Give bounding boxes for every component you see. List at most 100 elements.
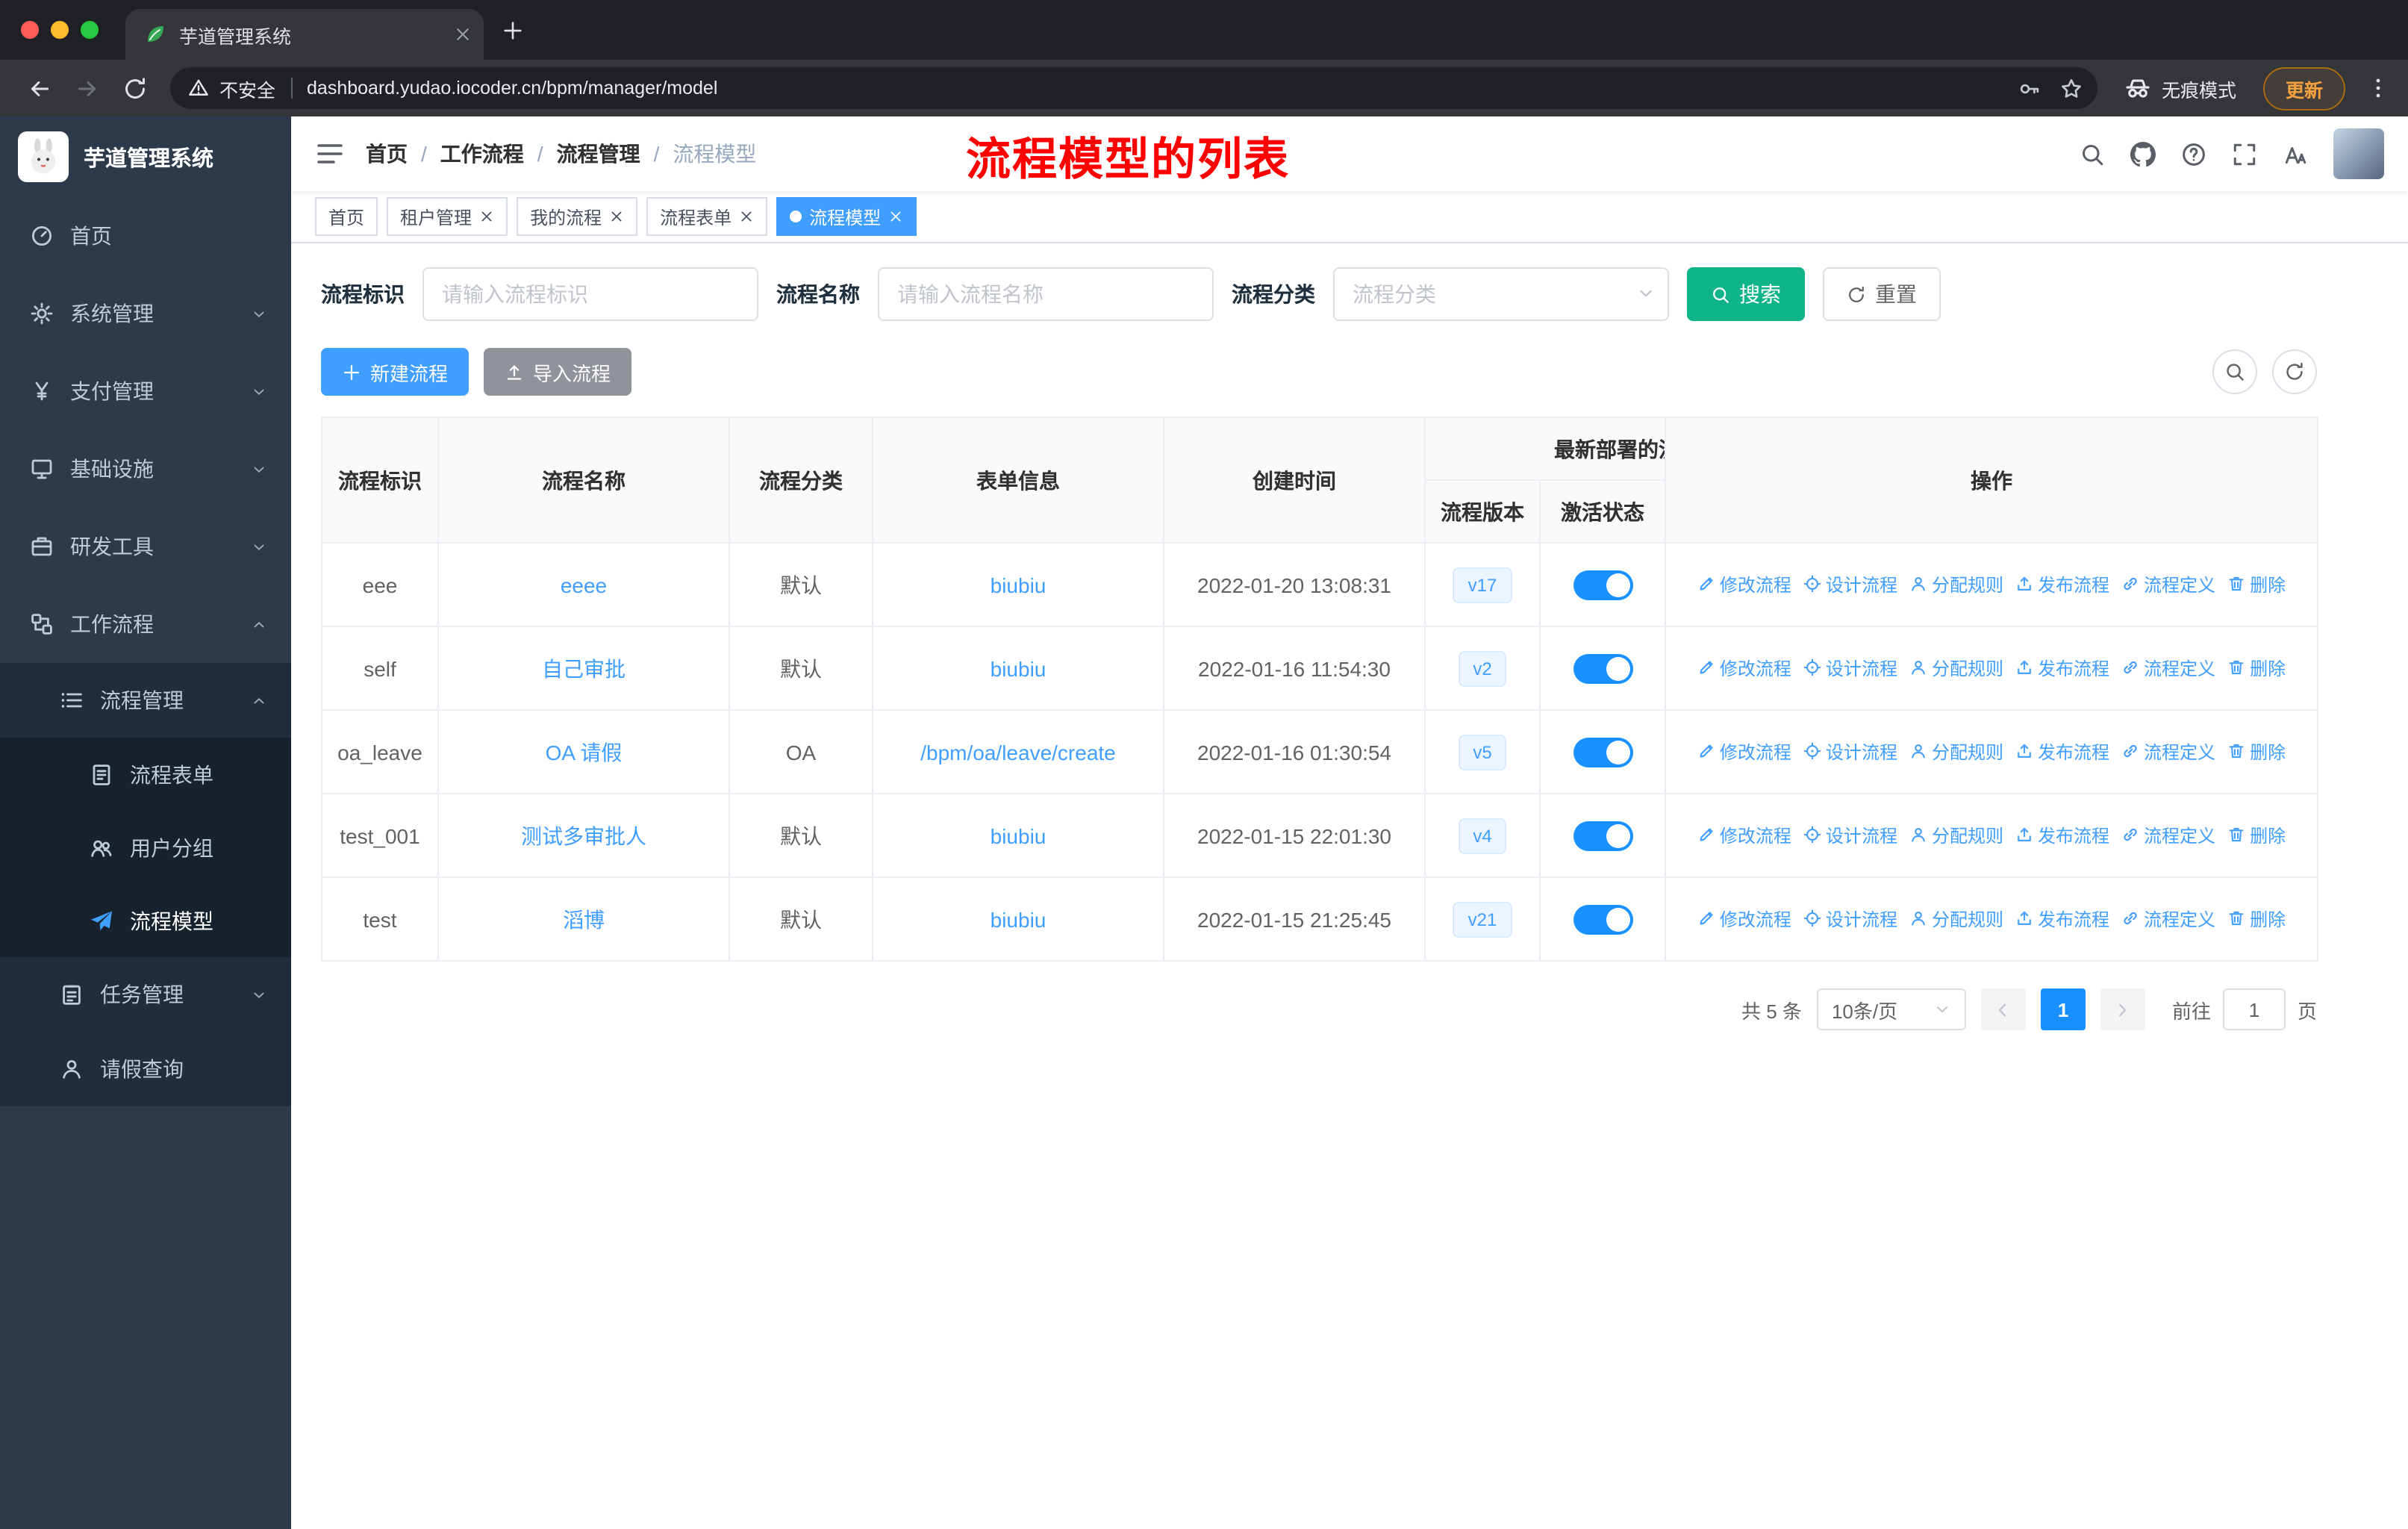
action-delete[interactable]: 删除 bbox=[2227, 823, 2286, 848]
active-toggle[interactable] bbox=[1573, 653, 1632, 683]
sidebar-item-system[interactable]: 系统管理 bbox=[0, 275, 291, 352]
action-assign[interactable]: 分配规则 bbox=[1909, 572, 2003, 597]
process-name-link[interactable]: 测试多审批人 bbox=[521, 823, 646, 847]
close-icon[interactable] bbox=[479, 209, 494, 224]
action-modify[interactable]: 修改流程 bbox=[1697, 823, 1791, 848]
bookmark-star-icon[interactable] bbox=[2060, 77, 2083, 99]
browser-forward-icon[interactable] bbox=[66, 67, 107, 109]
tab-tag-flow-form[interactable]: 流程表单 bbox=[646, 197, 768, 236]
form-info-link[interactable]: /bpm/oa/leave/create bbox=[920, 740, 1116, 764]
action-definition[interactable]: 流程定义 bbox=[2121, 823, 2215, 848]
close-window-button[interactable] bbox=[21, 21, 39, 39]
browser-tab[interactable]: 芋道管理系统 bbox=[125, 9, 484, 60]
process-name-link[interactable]: eeee bbox=[561, 573, 607, 597]
sidebar-item-user-group[interactable]: 用户分组 bbox=[0, 811, 291, 884]
sidebar-item-workflow[interactable]: 工作流程 bbox=[0, 585, 291, 663]
sidebar-item-payment[interactable]: 支付管理 bbox=[0, 352, 291, 430]
goto-page-input[interactable] bbox=[2222, 988, 2286, 1030]
new-process-button[interactable]: 新建流程 bbox=[321, 348, 470, 396]
tab-tag-tenant[interactable]: 租户管理 bbox=[387, 197, 508, 236]
sidebar-item-flow-model[interactable]: 流程模型 bbox=[0, 884, 291, 957]
action-design[interactable]: 设计流程 bbox=[1803, 655, 1897, 681]
close-icon[interactable] bbox=[739, 209, 754, 224]
next-page-button[interactable] bbox=[2100, 988, 2145, 1030]
font-size-icon[interactable] bbox=[2283, 141, 2308, 166]
zoom-window-button[interactable] bbox=[81, 21, 99, 39]
process-key-input[interactable] bbox=[422, 267, 758, 321]
breadcrumb-home[interactable]: 首页 bbox=[366, 139, 408, 169]
action-delete[interactable]: 删除 bbox=[2227, 906, 2286, 932]
action-assign[interactable]: 分配规则 bbox=[1909, 906, 2003, 932]
tab-close-icon[interactable] bbox=[454, 25, 472, 43]
action-definition[interactable]: 流程定义 bbox=[2121, 906, 2215, 932]
sidebar-item-leave-query[interactable]: 请假查询 bbox=[0, 1032, 291, 1106]
fullscreen-icon[interactable] bbox=[2232, 141, 2257, 166]
action-publish[interactable]: 发布流程 bbox=[2015, 823, 2109, 848]
address-bar[interactable]: 不安全 dashboard.yudao.iocoder.cn/bpm/manag… bbox=[170, 67, 2097, 109]
action-design[interactable]: 设计流程 bbox=[1803, 906, 1897, 932]
sidebar-item-flow-form[interactable]: 流程表单 bbox=[0, 738, 291, 811]
sidebar-item-flow-manage[interactable]: 流程管理 bbox=[0, 663, 291, 738]
active-toggle[interactable] bbox=[1573, 737, 1632, 767]
browser-menu-icon[interactable] bbox=[2366, 76, 2390, 100]
action-design[interactable]: 设计流程 bbox=[1803, 739, 1897, 764]
minimize-window-button[interactable] bbox=[51, 21, 69, 39]
action-delete[interactable]: 删除 bbox=[2227, 655, 2286, 681]
sidebar-item-infrastructure[interactable]: 基础设施 bbox=[0, 430, 291, 508]
action-publish[interactable]: 发布流程 bbox=[2015, 572, 2109, 597]
active-toggle[interactable] bbox=[1573, 570, 1632, 600]
new-tab-button[interactable] bbox=[502, 19, 524, 41]
action-definition[interactable]: 流程定义 bbox=[2121, 572, 2215, 597]
action-delete[interactable]: 删除 bbox=[2227, 739, 2286, 764]
search-button[interactable]: 搜索 bbox=[1687, 267, 1805, 321]
reset-button[interactable]: 重置 bbox=[1823, 267, 1941, 321]
breadcrumb-flow-manage[interactable]: 流程管理 bbox=[557, 139, 640, 169]
action-modify[interactable]: 修改流程 bbox=[1697, 739, 1791, 764]
import-process-button[interactable]: 导入流程 bbox=[484, 348, 632, 396]
action-delete[interactable]: 删除 bbox=[2227, 572, 2286, 597]
form-info-link[interactable]: biubiu bbox=[991, 656, 1047, 680]
category-select-input[interactable] bbox=[1333, 267, 1669, 321]
action-modify[interactable]: 修改流程 bbox=[1697, 906, 1791, 932]
tab-tag-flow-model[interactable]: 流程模型 bbox=[776, 197, 917, 236]
process-name-link[interactable]: 自己审批 bbox=[542, 656, 626, 680]
action-publish[interactable]: 发布流程 bbox=[2015, 655, 2109, 681]
prev-page-button[interactable] bbox=[1980, 988, 2026, 1030]
action-assign[interactable]: 分配规则 bbox=[1909, 823, 2003, 848]
page-size-select[interactable]: 10条/页 bbox=[1816, 988, 1966, 1030]
form-info-link[interactable]: biubiu bbox=[991, 907, 1047, 931]
action-assign[interactable]: 分配规则 bbox=[1909, 739, 2003, 764]
form-info-link[interactable]: biubiu bbox=[991, 823, 1047, 847]
form-info-link[interactable]: biubiu bbox=[991, 573, 1047, 597]
toggle-search-button[interactable] bbox=[2212, 349, 2257, 394]
close-icon[interactable] bbox=[888, 209, 903, 224]
sidebar-collapse-icon[interactable] bbox=[315, 139, 345, 169]
sidebar-item-task-manage[interactable]: 任务管理 bbox=[0, 957, 291, 1032]
action-publish[interactable]: 发布流程 bbox=[2015, 739, 2109, 764]
tab-tag-home[interactable]: 首页 bbox=[315, 197, 378, 236]
user-avatar[interactable] bbox=[2333, 128, 2384, 179]
sidebar-item-devtools[interactable]: 研发工具 bbox=[0, 508, 291, 585]
password-key-icon[interactable] bbox=[2018, 77, 2041, 99]
browser-update-button[interactable]: 更新 bbox=[2262, 66, 2345, 110]
action-assign[interactable]: 分配规则 bbox=[1909, 655, 2003, 681]
page-number-button[interactable]: 1 bbox=[2040, 988, 2086, 1030]
process-name-input[interactable] bbox=[878, 267, 1214, 321]
browser-back-icon[interactable] bbox=[18, 67, 60, 109]
action-definition[interactable]: 流程定义 bbox=[2121, 655, 2215, 681]
action-design[interactable]: 设计流程 bbox=[1803, 823, 1897, 848]
github-icon[interactable] bbox=[2130, 141, 2156, 166]
action-modify[interactable]: 修改流程 bbox=[1697, 655, 1791, 681]
refresh-table-button[interactable] bbox=[2272, 349, 2317, 394]
action-design[interactable]: 设计流程 bbox=[1803, 572, 1897, 597]
category-select[interactable] bbox=[1333, 267, 1669, 321]
active-toggle[interactable] bbox=[1573, 820, 1632, 850]
breadcrumb-workflow[interactable]: 工作流程 bbox=[440, 139, 524, 169]
action-modify[interactable]: 修改流程 bbox=[1697, 572, 1791, 597]
tab-tag-my-process[interactable]: 我的流程 bbox=[517, 197, 638, 236]
sidebar-item-home[interactable]: 首页 bbox=[0, 197, 291, 275]
process-name-link[interactable]: OA 请假 bbox=[546, 740, 623, 764]
action-publish[interactable]: 发布流程 bbox=[2015, 906, 2109, 932]
search-icon[interactable] bbox=[2080, 141, 2105, 166]
action-definition[interactable]: 流程定义 bbox=[2121, 739, 2215, 764]
